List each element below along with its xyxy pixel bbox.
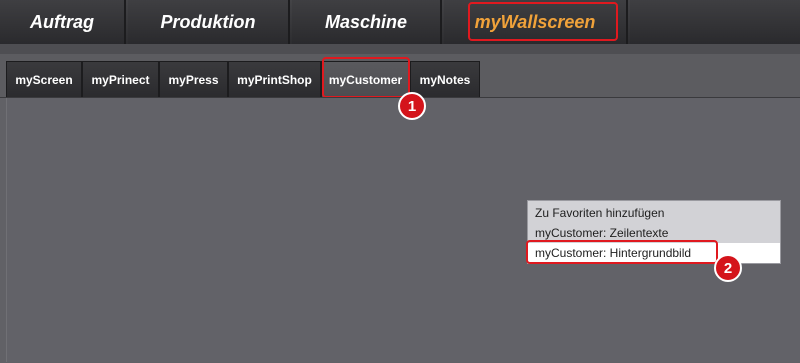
main-tab-bar: Auftrag Produktion Maschine myWallscreen [0, 0, 800, 44]
tab-produktion[interactable]: Produktion [128, 0, 290, 44]
tab-mywallscreen[interactable]: myWallscreen [444, 0, 628, 44]
context-menu: Zu Favoriten hinzufügen myCustomer: Zeil… [527, 200, 781, 264]
subtab-mycustomer[interactable]: myCustomer [321, 61, 410, 97]
subtab-mypress[interactable]: myPress [159, 61, 228, 97]
menu-item-zeilentexte[interactable]: myCustomer: Zeilentexte [528, 223, 780, 243]
sub-header-strip [0, 44, 800, 54]
menu-item-hintergrundbild[interactable]: myCustomer: Hintergrundbild [528, 243, 780, 263]
subtab-mynotes[interactable]: myNotes [410, 61, 480, 97]
subtab-myscreen[interactable]: myScreen [6, 61, 82, 97]
menu-item-add-favorites[interactable]: Zu Favoriten hinzufügen [528, 203, 780, 223]
tab-auftrag[interactable]: Auftrag [0, 0, 126, 44]
tab-bar-filler [630, 0, 800, 44]
subtab-myprinect[interactable]: myPrinect [82, 61, 159, 97]
callout-badge-2: 2 [714, 254, 742, 282]
subtab-myprintshop[interactable]: myPrintShop [228, 61, 321, 97]
callout-badge-1: 1 [398, 92, 426, 120]
tab-maschine[interactable]: Maschine [292, 0, 442, 44]
